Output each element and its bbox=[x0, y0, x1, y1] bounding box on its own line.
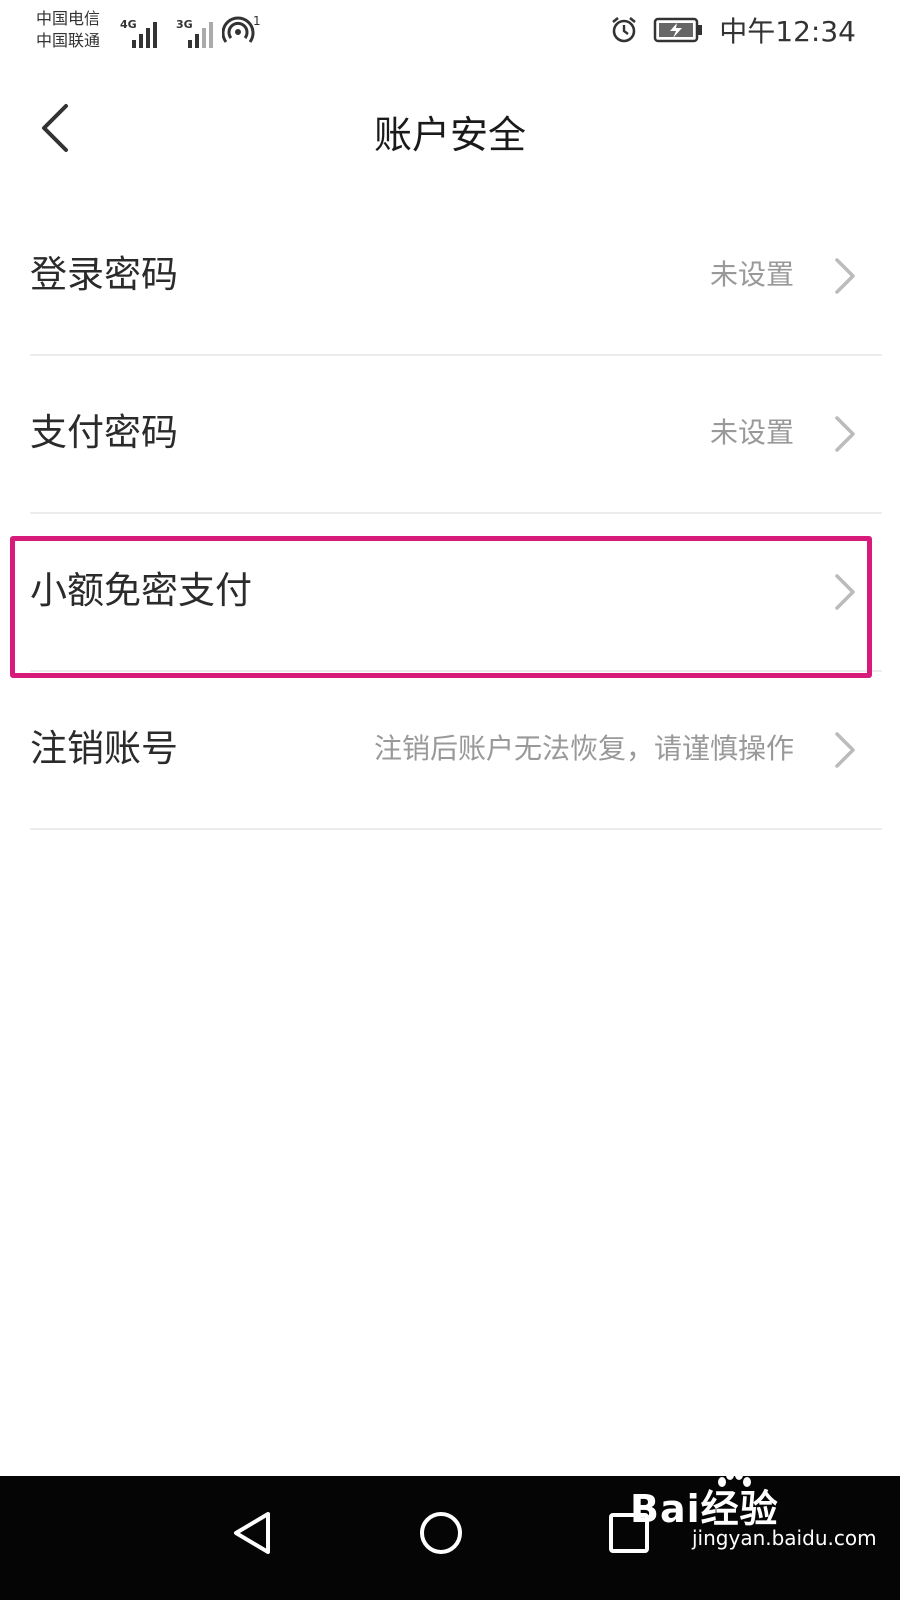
hotspot-count: 1 bbox=[253, 14, 261, 28]
list-item-login-password[interactable]: 登录密码 未设置 bbox=[30, 198, 882, 356]
page-title: 账户安全 bbox=[373, 113, 526, 157]
carrier-1: 中国电信 bbox=[36, 9, 101, 28]
network-type-2: 3G bbox=[176, 18, 193, 31]
list-item-label: 注销账号 bbox=[30, 727, 178, 770]
battery-charging-icon bbox=[654, 17, 703, 43]
hotspot-icon: 1 bbox=[221, 14, 262, 46]
list-item-label: 支付密码 bbox=[30, 411, 178, 454]
watermark-brand: Bai经验 bbox=[630, 1487, 779, 1531]
chevron-right-icon bbox=[835, 416, 855, 452]
carrier-2: 中国联通 bbox=[36, 31, 101, 50]
signal-icon: 4G bbox=[120, 18, 162, 48]
status-time: 中午12:34 bbox=[719, 15, 856, 48]
signal-icon: 3G bbox=[176, 18, 218, 48]
signal-indicators: 4G 3G bbox=[120, 14, 218, 48]
chevron-right-icon bbox=[835, 732, 855, 768]
highlight-box bbox=[10, 536, 872, 678]
watermark-url: jingyan.baidu.com bbox=[692, 1526, 877, 1550]
network-type-1: 4G bbox=[120, 18, 137, 31]
list-item-value: 未设置 bbox=[709, 416, 794, 449]
list-item-value: 未设置 bbox=[709, 258, 794, 291]
chevron-right-icon bbox=[835, 258, 855, 294]
list-item-payment-password[interactable]: 支付密码 未设置 bbox=[30, 356, 882, 514]
list-item-label: 登录密码 bbox=[30, 253, 178, 296]
list-item-value: 注销后账户无法恢复，请谨慎操作 bbox=[373, 732, 794, 765]
list-item-cancel-account[interactable]: 注销账号 注销后账户无法恢复，请谨慎操作 bbox=[30, 672, 882, 830]
back-triangle-icon bbox=[234, 1512, 270, 1554]
status-bar: 中国电信 中国联通 4G 3G 1 中午12:34 bbox=[0, 0, 900, 62]
baidu-jingyan-watermark: Bai经验 jingyan.baidu.com bbox=[630, 1470, 877, 1574]
status-right: 中午12:34 bbox=[609, 10, 856, 50]
home-circle-icon bbox=[420, 1512, 462, 1554]
alarm-icon bbox=[612, 16, 637, 43]
nav-home-button[interactable] bbox=[406, 1498, 476, 1568]
nav-back-button[interactable] bbox=[220, 1498, 290, 1568]
carrier-labels: 中国电信 中国联通 bbox=[36, 8, 100, 52]
